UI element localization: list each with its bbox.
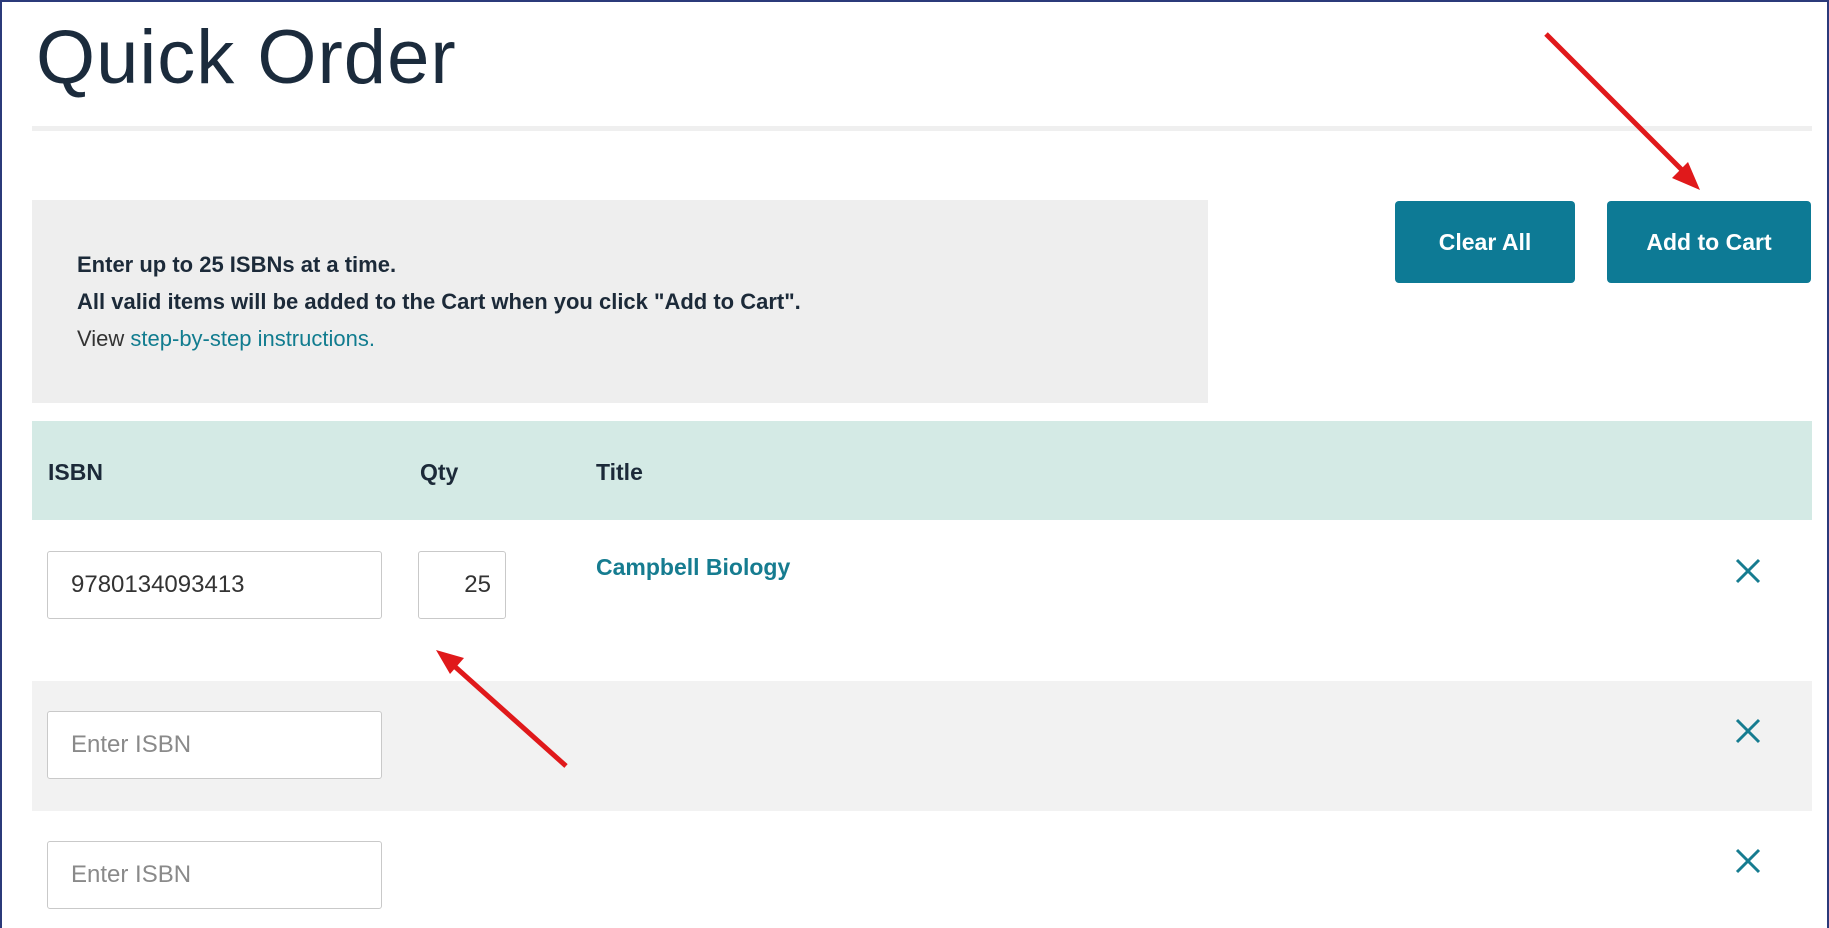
close-icon[interactable] [1732,845,1764,877]
table-row [32,681,1812,811]
isbn-input[interactable] [47,841,382,909]
title-link[interactable]: Campbell Biology [596,554,790,581]
clear-all-button[interactable]: Clear All [1395,201,1575,283]
instructions-view-text: View [77,326,131,351]
column-header-qty: Qty [420,459,459,485]
instructions-panel: Enter up to 25 ISBNs at a time. All vali… [32,200,1208,403]
isbn-input[interactable] [47,551,382,619]
title-divider [32,126,1812,131]
close-icon[interactable] [1732,555,1764,587]
add-to-cart-button[interactable]: Add to Cart [1607,201,1811,283]
table-row [32,811,1812,928]
table-header: ISBN Qty Title [32,421,1812,520]
table-row: Campbell Biology [32,521,1812,681]
column-header-isbn: ISBN [48,459,103,485]
column-header-title: Title [596,459,643,485]
page-title: Quick Order [36,15,457,100]
instructions-line-3: View step-by-step instructions. [77,326,375,352]
isbn-input[interactable] [47,711,382,779]
step-by-step-instructions-link[interactable]: step-by-step instructions. [130,326,375,351]
instructions-line-2: All valid items will be added to the Car… [77,289,801,314]
close-icon[interactable] [1732,715,1764,747]
instructions-line-1: Enter up to 25 ISBNs at a time. [77,252,397,277]
qty-input[interactable] [418,551,506,619]
